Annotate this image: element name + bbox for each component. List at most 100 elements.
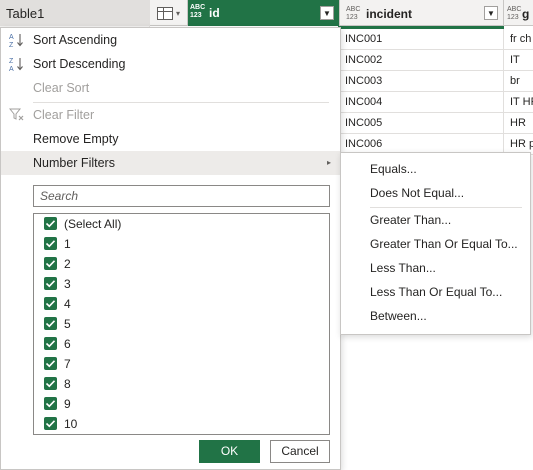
table-icon xyxy=(157,7,173,20)
checkbox-checked-icon[interactable] xyxy=(44,237,57,250)
filter-value-label: 3 xyxy=(64,277,71,291)
clear-filter-item[interactable]: Clear Filter xyxy=(1,103,340,127)
less-or-equal-label: Less Than Or Equal To... xyxy=(370,285,503,299)
sort-ascending-label: Sort Ascending xyxy=(33,33,118,47)
cell-id[interactable]: INC004 xyxy=(338,92,504,113)
column-filter-button-id[interactable]: ▼ xyxy=(320,6,334,20)
cell-id[interactable]: INC003 xyxy=(338,71,504,92)
filter-search-input[interactable]: Search xyxy=(33,185,330,207)
number-filters-item[interactable]: Number Filters ▸ xyxy=(1,151,340,175)
table-row: INC001fr ch t xyxy=(338,29,533,50)
cell-incident[interactable]: fr ch t xyxy=(504,29,533,50)
filter-value-select-all[interactable]: (Select All) xyxy=(42,214,322,234)
greater-or-equal-item[interactable]: Greater Than Or Equal To... xyxy=(341,232,530,256)
any-type-icon: ABC 123 xyxy=(190,4,206,19)
ok-button[interactable]: OK xyxy=(199,440,260,463)
filter-value-item[interactable]: 7 xyxy=(42,354,322,374)
chevron-down-icon: ▼ xyxy=(487,9,495,18)
checkbox-checked-icon[interactable] xyxy=(44,277,57,290)
filter-value-label: 6 xyxy=(64,337,71,351)
filter-value-label: 8 xyxy=(64,377,71,391)
filter-value-item[interactable]: 5 xyxy=(42,314,322,334)
filter-value-item[interactable]: 3 xyxy=(42,274,322,294)
table-row: INC004IT HR xyxy=(338,92,533,113)
filter-value-label: (Select All) xyxy=(64,217,122,231)
less-than-label: Less Than... xyxy=(370,261,436,275)
sort-descending-item[interactable]: ZA Sort Descending xyxy=(1,52,340,76)
checkbox-checked-icon[interactable] xyxy=(44,257,57,270)
checkbox-checked-icon[interactable] xyxy=(44,357,57,370)
checkbox-checked-icon[interactable] xyxy=(44,417,57,430)
number-filters-label: Number Filters xyxy=(33,156,115,170)
cancel-button[interactable]: Cancel xyxy=(270,440,330,463)
svg-text:A: A xyxy=(9,66,14,72)
checkbox-checked-icon[interactable] xyxy=(44,397,57,410)
table-menu-button[interactable]: ▾ xyxy=(150,0,188,26)
filter-value-label: 1 xyxy=(64,237,71,251)
cell-incident[interactable]: IT xyxy=(504,50,533,71)
chevron-down-icon: ▾ xyxy=(176,9,181,18)
checkbox-checked-icon[interactable] xyxy=(44,217,57,230)
table-row: INC002 IT xyxy=(338,50,533,71)
column-filter-button-incident[interactable]: ▼ xyxy=(484,6,498,20)
between-item[interactable]: Between... xyxy=(341,304,530,328)
sort-descending-icon: ZA xyxy=(9,56,25,73)
filter-value-label: 9 xyxy=(64,397,71,411)
cell-incident[interactable]: IT HR xyxy=(504,92,533,113)
svg-text:A: A xyxy=(9,34,14,41)
column-name-g: g xyxy=(522,7,530,21)
sort-descending-label: Sort Descending xyxy=(33,57,126,71)
checkbox-checked-icon[interactable] xyxy=(44,297,57,310)
remove-empty-label: Remove Empty xyxy=(33,132,119,146)
checkbox-checked-icon[interactable] xyxy=(44,317,57,330)
column-filter-menu: AZ Sort Ascending ZA Sort Descending Cle… xyxy=(0,27,341,470)
cell-id[interactable]: INC005 xyxy=(338,113,504,134)
does-not-equal-label: Does Not Equal... xyxy=(370,186,465,200)
clear-sort-label: Clear Sort xyxy=(33,81,90,95)
filter-values-list: (Select All) 1 2 3 4 5 6 7 8 9 10 xyxy=(33,213,330,435)
cell-id[interactable]: INC002 xyxy=(338,50,504,71)
equals-item[interactable]: Equals... xyxy=(341,157,530,181)
cell-id[interactable]: INC001 xyxy=(338,29,504,50)
filter-value-label: 5 xyxy=(64,317,71,331)
checkbox-checked-icon[interactable] xyxy=(44,377,57,390)
table-row: INC005 HR xyxy=(338,113,533,134)
column-name-id: id xyxy=(209,6,220,20)
column-header-id[interactable]: ABC 123 id ▼ xyxy=(188,0,340,26)
cell-incident[interactable]: br xyxy=(504,71,533,92)
remove-empty-item[interactable]: Remove Empty xyxy=(1,127,340,151)
query-item-table1[interactable]: Table1 xyxy=(0,0,149,26)
filter-value-item[interactable]: 8 xyxy=(42,374,322,394)
column-header-g[interactable]: ABC 123 g xyxy=(505,0,533,26)
any-type-icon: ABC 123 xyxy=(507,6,522,21)
clear-sort-item[interactable]: Clear Sort xyxy=(1,76,340,100)
sort-ascending-icon: AZ xyxy=(9,32,25,49)
column-name-incident: incident xyxy=(366,7,413,21)
equals-label: Equals... xyxy=(370,162,417,176)
any-type-icon: ABC 123 xyxy=(346,6,361,21)
filter-value-item[interactable]: 9 xyxy=(42,394,322,414)
filter-value-item[interactable]: 10 xyxy=(42,414,322,434)
greater-or-equal-label: Greater Than Or Equal To... xyxy=(370,237,518,251)
sort-ascending-item[interactable]: AZ Sort Ascending xyxy=(1,28,340,52)
column-header-incident[interactable]: ABC 123 incident ▼ xyxy=(341,0,504,26)
filter-value-label: 2 xyxy=(64,257,71,271)
filter-value-item[interactable]: 2 xyxy=(42,254,322,274)
does-not-equal-item[interactable]: Does Not Equal... xyxy=(341,181,530,205)
filter-value-label: 4 xyxy=(64,297,71,311)
less-than-item[interactable]: Less Than... xyxy=(341,256,530,280)
filter-value-item[interactable]: 4 xyxy=(42,294,322,314)
filter-value-item[interactable]: 1 xyxy=(42,234,322,254)
filter-value-item[interactable]: 6 xyxy=(42,334,322,354)
less-or-equal-item[interactable]: Less Than Or Equal To... xyxy=(341,280,530,304)
cell-incident[interactable]: HR xyxy=(504,113,533,134)
clear-filter-label: Clear Filter xyxy=(33,108,95,122)
svg-text:Z: Z xyxy=(9,58,14,65)
table-row: INC003 br xyxy=(338,71,533,92)
number-filters-submenu: Equals... Does Not Equal... Greater Than… xyxy=(340,152,531,335)
grid-rows: INC001fr ch t INC002IT INC003br INC004IT… xyxy=(338,29,533,155)
checkbox-checked-icon[interactable] xyxy=(44,337,57,350)
greater-than-item[interactable]: Greater Than... xyxy=(341,208,530,232)
greater-than-label: Greater Than... xyxy=(370,213,452,227)
between-label: Between... xyxy=(370,309,427,323)
